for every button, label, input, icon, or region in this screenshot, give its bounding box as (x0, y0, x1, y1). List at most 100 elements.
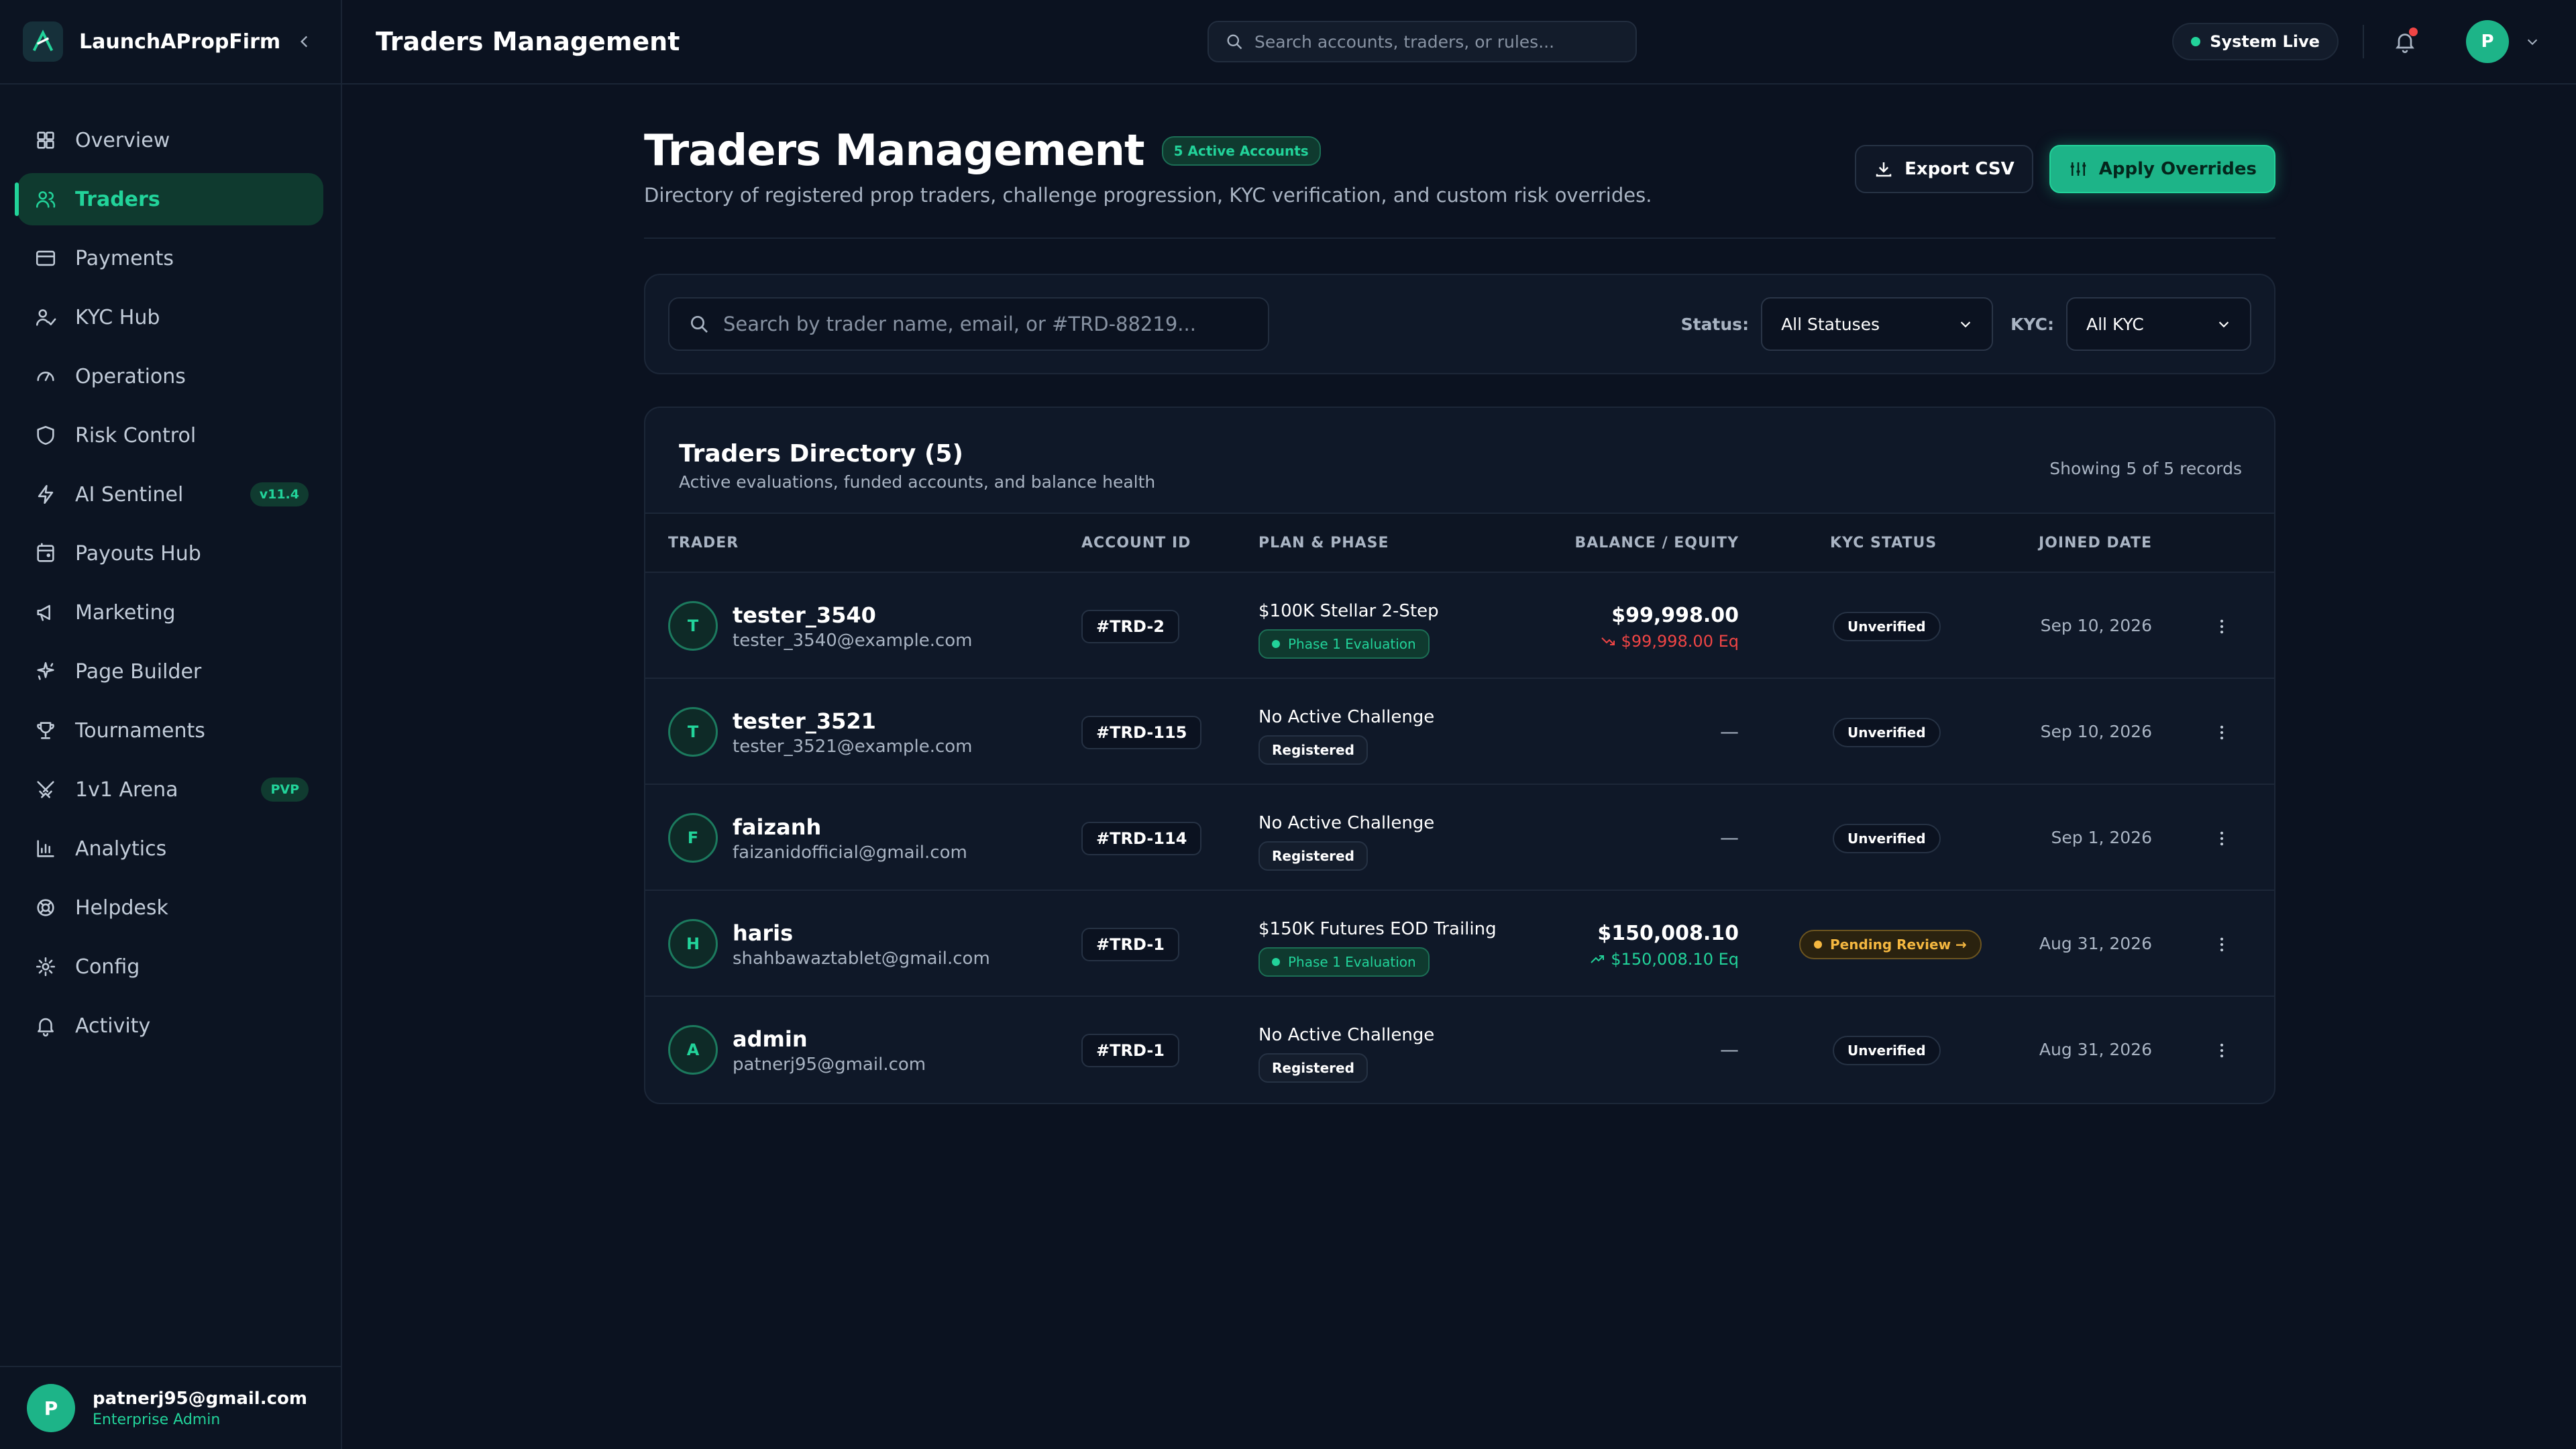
column-header-account-id[interactable]: ACCOUNT ID (1081, 535, 1191, 551)
sidebar-nav: Overview Traders Payments KYC Hub Operations… (0, 85, 341, 1052)
sidebar-item-page-builder[interactable]: Page Builder (17, 645, 323, 698)
plan-name: No Active Challenge (1258, 707, 1435, 727)
row-actions-button[interactable] (2208, 825, 2235, 852)
kyc-status-badge: Unverified (1833, 824, 1941, 853)
brand-name: LaunchAPropFirm (79, 30, 281, 54)
user-role: Enterprise Admin (93, 1411, 221, 1428)
sidebar-item-payouts-hub[interactable]: Payouts Hub (17, 527, 323, 580)
sidebar-item-activity[interactable]: Activity (17, 1000, 323, 1052)
kyc-select[interactable]: All KYC (2066, 297, 2251, 351)
plan-name: $100K Stellar 2-Step (1258, 601, 1439, 621)
sidebar-item-helpdesk[interactable]: Helpdesk (17, 881, 323, 934)
sidebar-item-overview[interactable]: Overview (17, 114, 323, 166)
chevron-down-icon (2218, 321, 2229, 328)
kyc-filter-label: KYC: (2010, 314, 2054, 334)
column-header-trader[interactable]: TRADER (668, 535, 739, 551)
collapse-sidebar-button[interactable] (291, 28, 318, 55)
table-row[interactable]: Ttester_3521 tester_3521@example.com #TRD-… (645, 679, 2274, 785)
kyc-status-badge: Unverified (1833, 718, 1941, 747)
sidebar-item-analytics[interactable]: Analytics (17, 822, 323, 875)
column-header-balance[interactable]: BALANCE / EQUITY (1575, 535, 1739, 551)
trophy-icon (32, 717, 59, 744)
phase-badge: Registered (1258, 735, 1368, 765)
filter-bar: Status: All Statuses KYC: All KYC (644, 274, 2275, 374)
column-header-kyc[interactable]: KYC STATUS (1830, 535, 1937, 551)
sidebar-item-label: Analytics (75, 837, 167, 861)
gauge-icon (32, 363, 59, 390)
global-search[interactable] (1208, 21, 1637, 62)
row-actions-button[interactable] (2208, 931, 2235, 958)
user-check-icon (32, 304, 59, 331)
table-row[interactable]: Ffaizanh faizanidofficial@gmail.com #TRD-1… (645, 785, 2274, 891)
sidebar-item-label: Risk Control (75, 423, 197, 447)
profile-avatar[interactable]: P (2466, 20, 2509, 63)
trader-name[interactable]: tester_3521 (733, 708, 876, 734)
kyc-select-value: All KYC (2086, 314, 2144, 334)
plan-name: No Active Challenge (1258, 813, 1435, 833)
sidebar-item-ai-sentinel[interactable]: AI Sentinel v11.4 (17, 468, 323, 521)
trader-name[interactable]: faizanh (733, 814, 821, 840)
phase-dot (1272, 958, 1280, 966)
account-id-badge: #TRD-2 (1081, 610, 1179, 643)
sidebar-item-1v1-arena[interactable]: 1v1 Arena PVP (17, 763, 323, 816)
table-row[interactable]: Aadmin patnerj95@gmail.com #TRD-1 No Active… (645, 997, 2274, 1103)
kyc-status-badge: Unverified (1833, 612, 1941, 641)
table-row[interactable]: Hharis shahbawaztablet@gmail.com #TRD-1 $15… (645, 891, 2274, 997)
bar-chart-icon (32, 835, 59, 862)
sidebar-item-operations[interactable]: Operations (17, 350, 323, 402)
column-header-joined[interactable]: JOINED DATE (2039, 535, 2152, 551)
column-header-plan-phase[interactable]: PLAN & PHASE (1258, 535, 1389, 551)
sidebar-item-label: KYC Hub (75, 305, 160, 329)
divider (2363, 25, 2364, 58)
bolt-icon (32, 481, 59, 508)
trader-name[interactable]: admin (733, 1026, 808, 1052)
lifebuoy-icon (32, 894, 59, 921)
sidebar-item-label: Config (75, 955, 140, 979)
sidebar-item-tournaments[interactable]: Tournaments (17, 704, 323, 757)
sparkles-icon (32, 658, 59, 685)
sidebar-item-traders[interactable]: Traders (15, 173, 323, 225)
sidebar-item-label: Payments (75, 246, 174, 270)
more-vertical-icon (2220, 831, 2224, 846)
sidebar-item-label: Page Builder (75, 659, 202, 684)
megaphone-icon (32, 599, 59, 626)
brand-logo-icon[interactable] (23, 21, 63, 62)
brand-header: LaunchAPropFirm (0, 0, 341, 85)
notifications-button[interactable] (2388, 25, 2422, 58)
sidebar-item-config[interactable]: Config (17, 941, 323, 993)
page-header: Traders Management 5 Active Accounts Dir… (644, 85, 2275, 239)
profile-menu-button[interactable] (2522, 32, 2542, 52)
trader-name[interactable]: tester_3540 (733, 602, 876, 628)
user-card[interactable]: P patnerj95@gmail.com Enterprise Admin (0, 1366, 341, 1449)
sidebar-item-marketing[interactable]: Marketing (17, 586, 323, 639)
credit-card-icon (32, 245, 59, 272)
global-search-input[interactable] (1254, 32, 1617, 52)
status-select[interactable]: All Statuses (1761, 297, 1994, 351)
joined-date: Sep 10, 2026 (2040, 722, 2152, 741)
sidebar-item-risk-control[interactable]: Risk Control (17, 409, 323, 462)
row-actions-button[interactable] (2208, 719, 2235, 746)
export-csv-button[interactable]: Export CSV (1855, 145, 2033, 193)
table-row[interactable]: Ttester_3540 tester_3540@example.com #TRD-… (645, 573, 2274, 679)
sidebar-item-kyc-hub[interactable]: KYC Hub (17, 291, 323, 343)
system-status-label: System Live (2210, 32, 2320, 51)
trader-search[interactable] (668, 297, 1269, 351)
row-actions-button[interactable] (2208, 613, 2235, 640)
main-content: Traders Management 5 Active Accounts Dir… (644, 85, 2275, 1104)
phase-label: Registered (1272, 742, 1354, 758)
export-csv-label: Export CSV (1904, 159, 2015, 179)
status-dot (2191, 37, 2201, 46)
sidebar-item-payments[interactable]: Payments (17, 232, 323, 284)
notification-dot (2409, 28, 2418, 36)
chevron-down-icon (2527, 39, 2538, 46)
trader-name[interactable]: haris (733, 920, 793, 946)
search-icon (1227, 34, 1242, 50)
directory-title: Traders Directory (5) (679, 440, 963, 468)
kyc-status-badge[interactable]: Pending Review → (1799, 930, 1982, 959)
user-email: patnerj95@gmail.com (93, 1388, 307, 1409)
row-actions-button[interactable] (2208, 1037, 2235, 1064)
trader-search-input[interactable] (723, 313, 1246, 335)
apply-overrides-button[interactable]: Apply Overrides (2049, 145, 2275, 193)
chevron-left-icon (300, 36, 308, 48)
equity-value: $99,998.00 Eq (1600, 632, 1739, 651)
